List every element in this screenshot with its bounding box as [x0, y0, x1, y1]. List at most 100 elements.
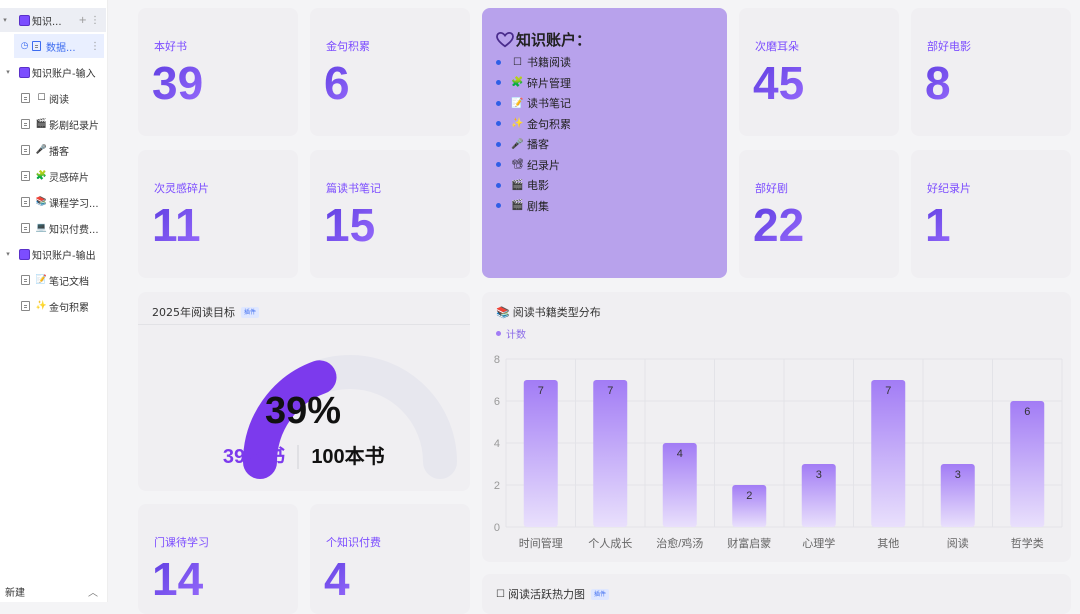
heatmap-title: 阅读活跃热力图 [507, 588, 585, 601]
doc-icon [21, 223, 30, 233]
y-tick-label: 6 [494, 396, 500, 408]
doc-icon [21, 145, 30, 155]
mic-icon: 🎤 [511, 138, 524, 150]
sidebar-item-knowledge-root[interactable]: ▾ 知识... + ⋮ [0, 8, 106, 32]
stat-value: 39 [152, 54, 203, 112]
x-tick-label: 哲学类 [1011, 536, 1044, 550]
y-tick-label: 8 [494, 354, 500, 366]
stat-card-inspiration: 次灵感碎片 11 [138, 150, 298, 278]
chevron-up-icon[interactable]: ︿ [88, 584, 98, 599]
stat-label: 次灵感碎片 [154, 182, 209, 195]
stat-value: 14 [152, 550, 203, 608]
y-tick-label: 2 [494, 480, 500, 492]
info-card-title-text: 知识账户： [516, 31, 592, 49]
sidebar-item-notes[interactable]: 📝 笔记文档 [0, 268, 106, 292]
stat-value: 15 [324, 196, 375, 254]
sidebar-item-input-group[interactable]: ▾ 知识账户-输入 [0, 60, 106, 84]
info-item: ✨ 金句积累 [496, 114, 571, 135]
bar-value-label: 7 [885, 385, 891, 397]
purple-square-icon [19, 14, 30, 26]
info-item: 📽 纪录片 [496, 155, 571, 176]
stat-label: 门课待学习 [154, 536, 209, 549]
sidebar-item-reading[interactable]: ☐ 阅读 [0, 86, 106, 110]
doc-icon [21, 275, 30, 285]
doc-icon [21, 93, 30, 103]
bar [1010, 401, 1045, 527]
info-item: ☐ 书籍阅读 [496, 52, 571, 73]
doc-icon [21, 119, 30, 129]
stat-label: 金句积累 [326, 40, 370, 53]
puzzle-icon: 🧩 [35, 171, 48, 181]
stat-card-quotes: 金句积累 6 [310, 8, 470, 136]
book-icon: ☐ [37, 93, 46, 103]
x-tick-label: 财富启蒙 [727, 536, 771, 550]
stat-value: 11 [152, 196, 201, 254]
clapper-icon: 🎬 [511, 179, 524, 191]
bar [593, 380, 628, 527]
info-item-label: 书籍阅读 [527, 56, 571, 70]
sidebar-item-podcast[interactable]: 🎤 播客 [0, 138, 106, 162]
sidebar-item-label: 播客 [49, 146, 69, 158]
stat-label: 次磨耳朵 [755, 40, 799, 53]
stat-value: 1 [925, 196, 951, 254]
info-card-list: ☐ 书籍阅读 🧩 碎片管理 📝 读书笔记 ✨ 金句积累 🎤 播客 📽 纪录片 🎬 电影 🎬 剧集 [496, 52, 571, 216]
info-item-label: 剧集 [527, 199, 549, 213]
sidebar-item-courses[interactable]: 📚 课程学习... [0, 190, 106, 214]
caret-down-icon[interactable]: ▾ [3, 250, 13, 258]
bar-value-label: 3 [816, 469, 822, 481]
bullet-icon [496, 141, 501, 147]
sparkle-icon: ✨ [35, 301, 48, 311]
puzzle-icon: 🧩 [511, 77, 524, 89]
memo-icon: 📝 [35, 275, 48, 285]
bullet-icon [496, 162, 501, 168]
info-item-label: 纪录片 [527, 158, 560, 172]
sidebar-item-data[interactable]: ◷ 数据... ⋮ [14, 34, 104, 58]
sidebar-item-quotes[interactable]: ✨ 金句积累 [0, 294, 106, 318]
caret-down-icon[interactable]: ▾ [0, 16, 10, 24]
reading-goal-title: 2025年阅读目标 [152, 306, 235, 319]
bullet-icon [496, 59, 501, 65]
bullet-icon [496, 121, 501, 127]
doc-icon [21, 197, 30, 207]
stat-value: 4 [324, 550, 350, 608]
sidebar-item-paid-knowledge[interactable]: 💻 知识付费... [0, 216, 106, 240]
sidebar-item-label: 金句积累 [49, 302, 89, 314]
book-type-chart-panel: 📚 阅读书籍类型分布 计数 0 2 4 6 8 7 时间管理 7 个人成长 4 治愈/鸡汤 2 财富启蒙… [482, 292, 1071, 562]
gauge-target: 100本书 [311, 445, 384, 468]
info-item: 🎬 电影 [496, 175, 571, 196]
stat-value: 45 [753, 54, 804, 112]
panel-title: ☐ 阅读活跃热力图 插件 [496, 586, 609, 602]
sidebar-footer: 新建 ︿ [0, 580, 106, 602]
bar-value-label: 6 [1024, 406, 1030, 418]
x-tick-label: 其他 [877, 537, 899, 550]
info-item-label: 碎片管理 [527, 76, 571, 90]
stat-card-documentary: 好纪录片 1 [911, 150, 1071, 278]
sidebar-item-film[interactable]: 🎬 影剧纪录片 [0, 112, 106, 136]
bar-chart: 0 2 4 6 8 7 时间管理 7 个人成长 4 治愈/鸡汤 2 财富启蒙 3 心理学 7 其他 3 阅读 6 哲学类 [494, 354, 1063, 550]
stat-card-notes: 篇读书笔记 15 [310, 150, 470, 278]
sidebar-item-label: 知识账户-输出 [32, 250, 96, 262]
stat-card-books: 本好书 39 [138, 8, 298, 136]
x-tick-label: 治愈/鸡汤 [656, 536, 703, 550]
sidebar: ▾ 知识... + ⋮ ◷ 数据... ⋮ ▾ 知识账户-输入 ☐ 阅读 🎬 影… [0, 0, 108, 602]
sidebar-item-actions[interactable]: + ⋮ [78, 15, 100, 26]
book-icon: ☐ [496, 588, 505, 600]
sidebar-item-output-group[interactable]: ▾ 知识账户-输出 [0, 242, 106, 266]
new-button[interactable]: 新建 [5, 584, 25, 599]
heart-icon [496, 31, 514, 47]
stat-card-movies: 部好电影 8 [911, 8, 1071, 136]
stat-card-courses: 门课待学习 14 [138, 504, 298, 614]
stat-value: 8 [925, 54, 951, 112]
info-item: 🎬 剧集 [496, 196, 571, 217]
info-item-label: 播客 [527, 138, 549, 152]
clapper-icon: 🎬 [511, 200, 524, 212]
sidebar-item-label: 笔记文档 [49, 276, 89, 288]
caret-down-icon[interactable]: ▾ [3, 68, 13, 76]
more-icon[interactable]: ⋮ [90, 41, 100, 52]
stat-label: 本好书 [154, 40, 187, 53]
stat-label: 篇读书笔记 [326, 182, 381, 195]
purple-square-icon [19, 66, 30, 78]
sidebar-item-label: 数据... [46, 42, 76, 54]
sidebar-item-inspiration[interactable]: 🧩 灵感碎片 [0, 164, 106, 188]
knowledge-account-card: 知识账户： ☐ 书籍阅读 🧩 碎片管理 📝 读书笔记 ✨ 金句积累 🎤 播客 📽 纪录片 🎬… [482, 8, 727, 278]
